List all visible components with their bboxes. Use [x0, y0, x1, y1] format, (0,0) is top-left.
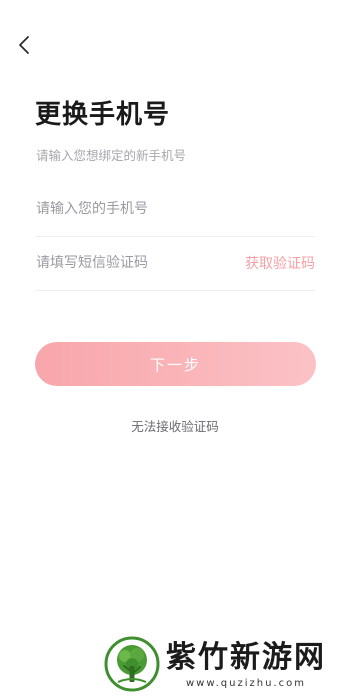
- chevron-left-icon: [19, 36, 29, 54]
- watermark-url: www.quzizhu.com: [186, 677, 306, 689]
- tree-logo-icon: [104, 636, 160, 692]
- next-button[interactable]: 下一步: [35, 342, 316, 386]
- code-field-row: 获取验证码: [36, 236, 315, 291]
- phone-input[interactable]: [36, 201, 315, 217]
- cannot-receive-code-link[interactable]: 无法接收验证码: [0, 416, 350, 435]
- page-title: 更换手机号: [35, 100, 171, 130]
- page-subtitle: 请输入您想绑定的新手机号: [36, 148, 187, 163]
- watermark: 紫竹新游网 www.quzizhu.com: [104, 636, 326, 692]
- get-code-button[interactable]: 获取验证码: [245, 253, 315, 273]
- verification-code-input[interactable]: [36, 255, 237, 271]
- back-button[interactable]: [10, 30, 38, 60]
- phone-field-row: [36, 182, 315, 237]
- watermark-name: 紫竹新游网: [166, 639, 326, 675]
